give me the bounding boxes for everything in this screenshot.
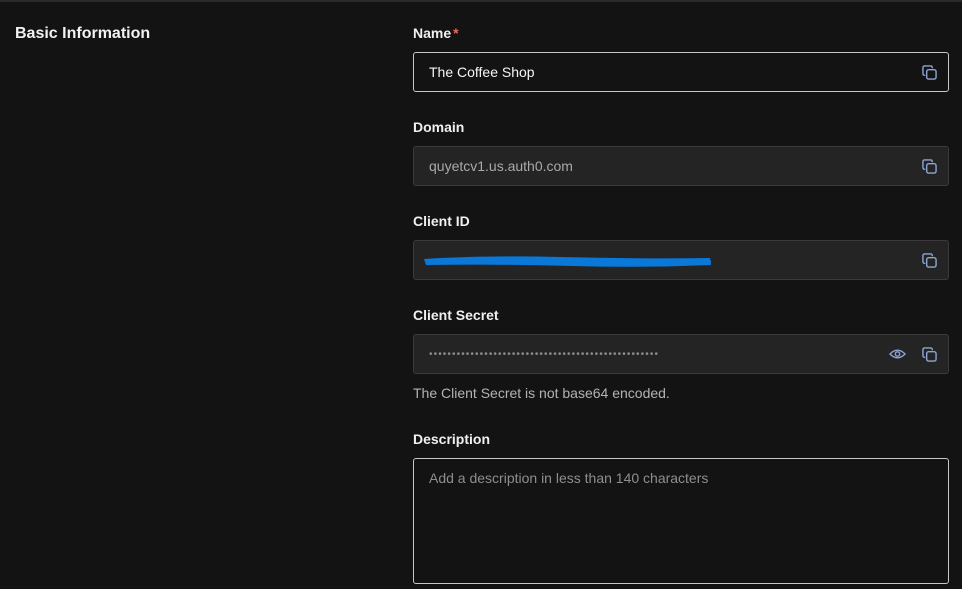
- description-textarea[interactable]: Add a description in less than 140 chara…: [413, 458, 949, 584]
- domain-value: quyetcv1.us.auth0.com: [429, 158, 573, 174]
- required-asterisk: *: [453, 25, 459, 41]
- copy-icon[interactable]: [921, 252, 937, 268]
- copy-icon[interactable]: [921, 64, 937, 80]
- name-label-text: Name: [413, 25, 452, 41]
- copy-icon[interactable]: [921, 158, 937, 174]
- name-input[interactable]: The Coffee Shop: [414, 64, 921, 80]
- client-id-field[interactable]: [413, 240, 949, 280]
- client-id-label: Client ID: [413, 213, 470, 229]
- name-field[interactable]: The Coffee Shop: [413, 52, 949, 92]
- eye-icon[interactable]: [888, 346, 906, 362]
- client-secret-field[interactable]: ••••••••••••••••••••••••••••••••••••••••…: [413, 334, 949, 374]
- description-placeholder: Add a description in less than 140 chara…: [429, 470, 709, 486]
- domain-field[interactable]: quyetcv1.us.auth0.com: [413, 146, 949, 186]
- client-secret-label: Client Secret: [413, 307, 499, 323]
- domain-label: Domain: [413, 119, 465, 135]
- section-title: Basic Information: [15, 25, 151, 42]
- client-secret-helper: The Client Secret is not base64 encoded.: [413, 385, 670, 401]
- redaction-scribble: [424, 256, 712, 267]
- description-label: Description: [413, 431, 491, 447]
- copy-icon[interactable]: [921, 346, 937, 362]
- name-label: Name *: [413, 25, 459, 41]
- client-secret-masked: ••••••••••••••••••••••••••••••••••••••••…: [429, 348, 660, 360]
- top-divider: [0, 0, 962, 2]
